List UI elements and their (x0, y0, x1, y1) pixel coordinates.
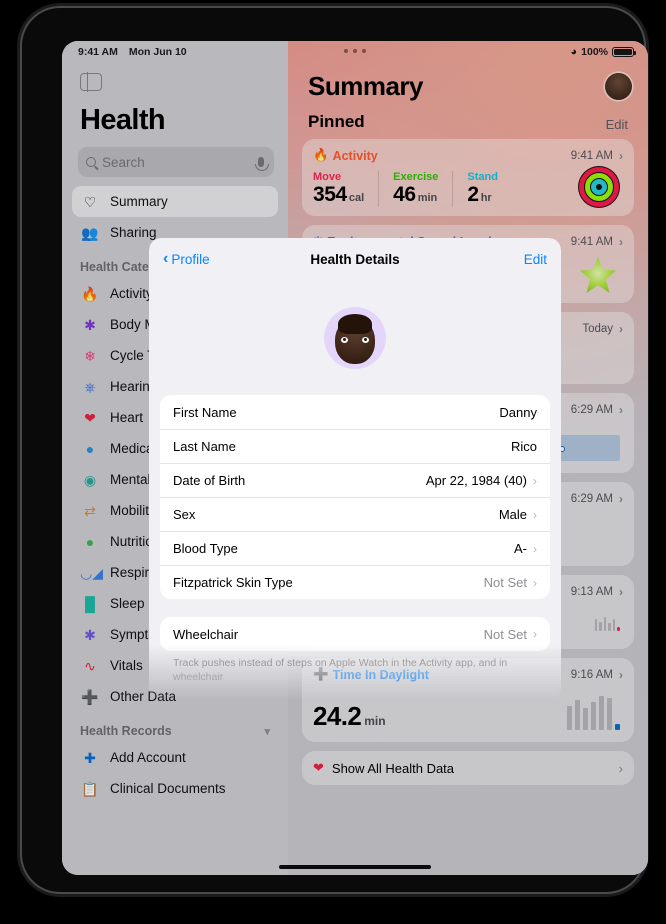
wheelchair-footnote: Track pushes instead of steps on Apple W… (173, 657, 508, 683)
modal-edit-button[interactable]: Edit (524, 252, 547, 267)
ipad-screen: 9:41 AM Mon Jun 10 ◕ 100% Health Search (62, 41, 648, 875)
chevron-right-icon: › (533, 575, 537, 590)
row-last-name[interactable]: Last Name Rico (160, 429, 550, 463)
back-label: Profile (171, 251, 210, 267)
back-to-profile-button[interactable]: ‹ Profile (163, 251, 210, 267)
row-value: Apr 22, 1984 (40) (425, 473, 527, 488)
row-label: Sex (173, 507, 196, 522)
row-date-of-birth[interactable]: Date of Birth Apr 22, 1984 (40) › (160, 463, 550, 497)
row-label: First Name (173, 404, 237, 420)
health-details-list: First Name Danny Last Name Rico Date of … (160, 395, 550, 599)
row-value: Male (498, 507, 527, 522)
modal-navigation-bar: ‹ Profile Health Details Edit (149, 238, 561, 280)
ipad-device-frame: 9:41 AM Mon Jun 10 ◕ 100% Health Search (22, 8, 648, 892)
chevron-right-icon: › (533, 627, 537, 641)
row-sex[interactable]: Sex Male › (160, 497, 550, 531)
memoji-avatar-wrap (149, 307, 561, 369)
home-indicator[interactable] (279, 864, 431, 869)
row-value: Not Set (483, 626, 527, 642)
row-blood-type[interactable]: Blood Type A- › (160, 531, 550, 565)
modal-title: Health Details (310, 251, 400, 267)
row-first-name[interactable]: First Name Danny (160, 395, 550, 429)
memoji-avatar[interactable] (324, 307, 386, 369)
row-label: Last Name (173, 439, 236, 454)
chevron-right-icon: › (533, 473, 537, 488)
row-label: Fitzpatrick Skin Type (173, 575, 293, 590)
row-value: A- (514, 541, 527, 556)
row-label: Date of Birth (173, 473, 246, 488)
row-label: Wheelchair (173, 626, 239, 642)
chevron-right-icon: › (533, 507, 537, 522)
row-fitzpatrick-skin-type[interactable]: Fitzpatrick Skin Type Not Set › (160, 565, 550, 599)
chevron-left-icon: ‹ (163, 250, 169, 267)
row-value: Danny (499, 404, 537, 420)
row-value: Rico (510, 439, 537, 454)
row-label: Blood Type (173, 541, 238, 556)
row-value: Not Set (483, 575, 527, 590)
health-details-modal: ‹ Profile Health Details Edit First Name… (149, 238, 561, 700)
chevron-right-icon: › (533, 541, 537, 556)
row-wheelchair[interactable]: Wheelchair Not Set › (160, 617, 550, 651)
wheelchair-list: Wheelchair Not Set › (160, 617, 550, 651)
